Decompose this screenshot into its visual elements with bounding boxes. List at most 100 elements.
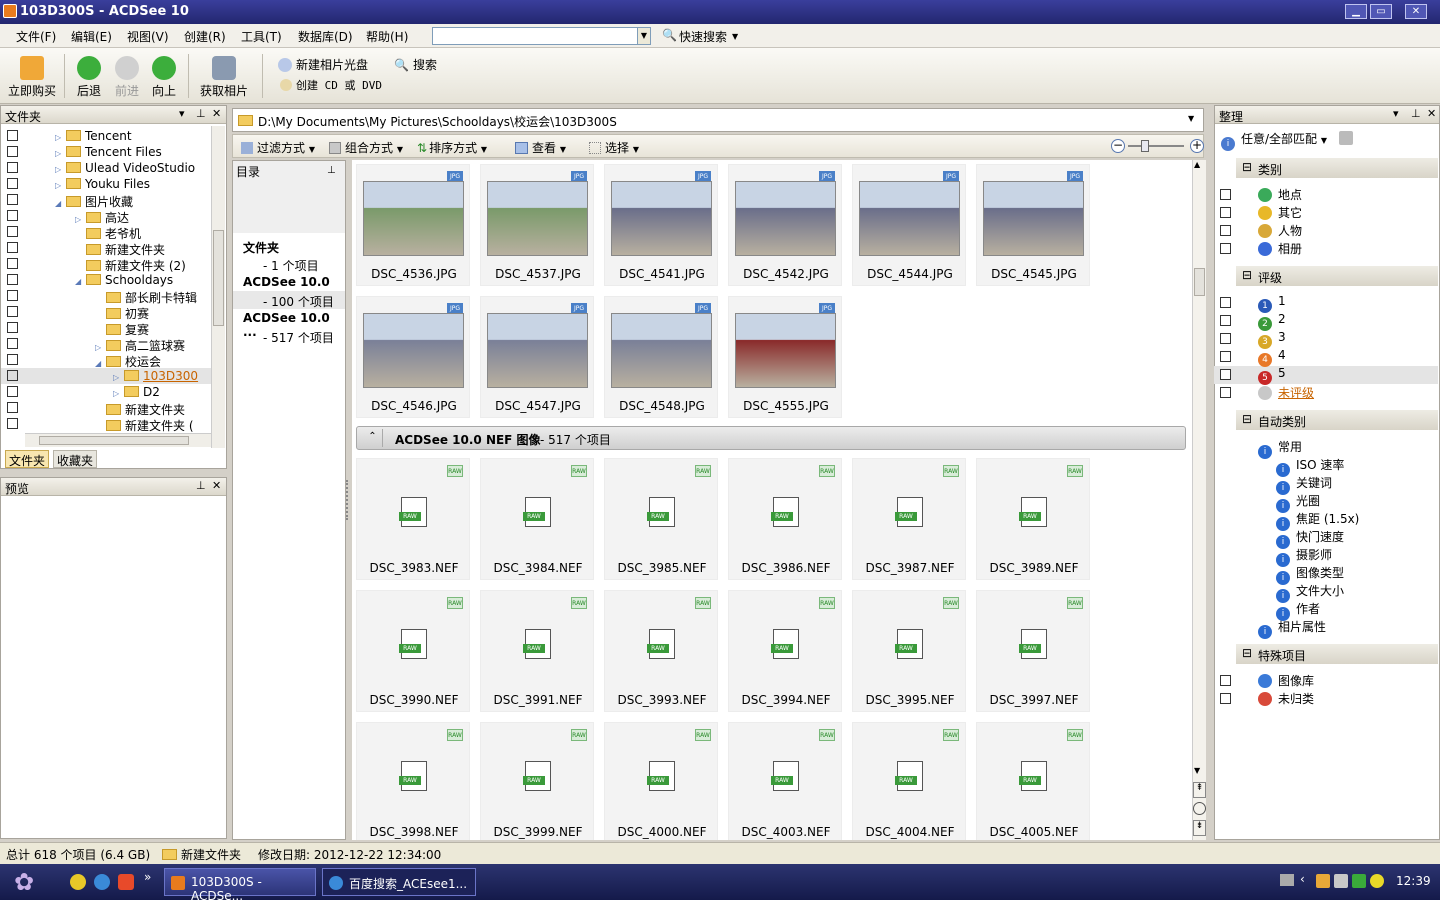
tree-item[interactable]: ▷ Tencent Files — [1, 144, 211, 160]
view-button[interactable]: 查看 ▼ — [515, 139, 566, 156]
panel-menu-icon[interactable]: ▾ — [1393, 107, 1399, 120]
menu-edit[interactable]: 编辑(E) — [71, 28, 112, 45]
collapse-icon[interactable]: ⌃ — [363, 429, 383, 447]
uncategorized-item[interactable]: 未归类 — [1258, 690, 1314, 708]
collapse-icon[interactable]: ⊟ — [1242, 268, 1252, 282]
expand-icon[interactable]: ◢ — [95, 359, 103, 368]
photo-attributes-item[interactable]: i 相片属性 — [1258, 618, 1326, 639]
tree-item[interactable]: ▷ 高达 — [1, 208, 211, 225]
select-button[interactable]: 选择 ▼ — [589, 139, 639, 156]
checkbox[interactable] — [7, 322, 18, 333]
tree-item[interactable]: ▷ 高二篮球赛 — [1, 336, 211, 353]
thumbnail-item[interactable]: RAW RAW DSC_3998.NEF — [356, 722, 470, 840]
zoom-out-button[interactable]: − — [1111, 139, 1125, 153]
thumbnail-item[interactable]: RAW RAW DSC_3990.NEF — [356, 590, 470, 712]
close-icon[interactable]: ✕ — [1427, 107, 1436, 120]
category-section-header[interactable]: ⊟ 类别 — [1236, 158, 1438, 178]
thumbnail-item[interactable]: RAW RAW DSC_3993.NEF — [604, 590, 718, 712]
buy-button[interactable]: 立即购买 — [6, 56, 58, 99]
thumbnail-item[interactable]: RAW RAW DSC_3983.NEF — [356, 458, 470, 580]
scroll-page-button[interactable] — [1193, 802, 1206, 815]
auto-category-item[interactable]: i 快门速度 — [1276, 528, 1344, 549]
zoom-in-button[interactable]: + — [1190, 139, 1204, 153]
checkbox[interactable] — [1220, 675, 1231, 686]
pin-icon[interactable]: ⊥ — [196, 479, 206, 492]
thumbnail-item[interactable]: JPG DSC_4547.JPG — [480, 296, 594, 418]
thumbnail-item[interactable]: RAW RAW DSC_3986.NEF — [728, 458, 842, 580]
category-item[interactable]: 其它 — [1258, 204, 1302, 222]
category-item[interactable]: 地点 — [1258, 186, 1302, 204]
menu-file[interactable]: 文件(F) — [16, 28, 56, 45]
tree-item[interactable]: 新建文件夹 — [1, 240, 211, 257]
rating-item[interactable]: 11 — [1258, 294, 1286, 313]
qq-icon[interactable] — [118, 874, 134, 890]
photo-library-item[interactable]: 图像库 — [1258, 672, 1314, 690]
auto-category-root[interactable]: i 常用 — [1258, 438, 1302, 459]
checkbox[interactable] — [1220, 333, 1231, 344]
scroll-down-arrow[interactable]: ▼ — [1194, 766, 1200, 775]
tree-vertical-scrollbar[interactable] — [211, 126, 225, 448]
keyboard-icon[interactable] — [1280, 874, 1294, 886]
expand-icon[interactable]: ◢ — [55, 199, 63, 208]
checkbox[interactable] — [1220, 315, 1231, 326]
checkbox[interactable] — [1220, 693, 1231, 704]
auto-category-item[interactable]: i ISO 速率 — [1276, 456, 1344, 477]
rating-item[interactable]: 44 — [1258, 348, 1286, 367]
thumbnail-item[interactable]: RAW RAW DSC_3997.NEF — [976, 590, 1090, 712]
back-button[interactable]: 后退 — [72, 56, 106, 99]
thumbnail-item[interactable]: JPG DSC_4544.JPG — [852, 164, 966, 286]
create-cd-button[interactable]: 创建 CD 或 DVD — [280, 77, 382, 93]
thumbnail-item[interactable]: JPG DSC_4537.JPG — [480, 164, 594, 286]
menu-tools[interactable]: 工具(T) — [241, 28, 282, 45]
panel-menu-icon[interactable]: ▾ — [179, 107, 185, 120]
expand-icon[interactable]: ▷ — [95, 343, 103, 352]
thumbnail-item[interactable]: JPG DSC_4546.JPG — [356, 296, 470, 418]
match-mode-dropdown[interactable]: i 任意/全部匹配 ▼ — [1221, 130, 1327, 151]
thumbnail-item[interactable]: RAW RAW DSC_4003.NEF — [728, 722, 842, 840]
clear-icon[interactable] — [1339, 131, 1353, 145]
rating-section-header[interactable]: ⊟ 评级 — [1236, 266, 1438, 286]
thumbnail-item[interactable]: RAW RAW DSC_3985.NEF — [604, 458, 718, 580]
auto-category-item[interactable]: i 图像类型 — [1276, 564, 1344, 585]
menu-view[interactable]: 视图(V) — [127, 28, 169, 45]
checkbox[interactable] — [7, 386, 18, 397]
task-browser[interactable]: 百度搜索_ACEsee1... — [322, 868, 476, 896]
auto-category-item[interactable]: i 摄影师 — [1276, 546, 1332, 567]
minimize-button[interactable]: ▁ — [1345, 4, 1367, 19]
collapse-icon[interactable]: ⊟ — [1242, 160, 1252, 174]
tree-item[interactable]: 老爷机 — [1, 224, 211, 241]
scroll-up-arrow[interactable]: ▲ — [1194, 160, 1200, 169]
auto-category-item[interactable]: i 光圈 — [1276, 492, 1320, 513]
splitter-grip[interactable] — [346, 480, 350, 520]
pin-icon[interactable]: ⊥ — [196, 107, 206, 120]
special-section-header[interactable]: ⊟ 特殊项目 — [1236, 644, 1438, 664]
tree-item[interactable]: 复赛 — [1, 320, 211, 337]
sort-button[interactable]: ⇅ 排序方式 ▼ — [417, 139, 487, 156]
expand-icon[interactable]: ▷ — [113, 389, 121, 398]
checkbox[interactable] — [7, 178, 18, 189]
rating-item[interactable]: 22 — [1258, 312, 1286, 331]
expand-icon[interactable]: ◢ — [75, 277, 83, 286]
scroll-top-button[interactable]: ⇞ — [1193, 782, 1206, 798]
auto-category-item[interactable]: i 焦距 (1.5x) — [1276, 510, 1359, 531]
checkbox[interactable] — [7, 194, 18, 205]
thumbnail-item[interactable]: RAW RAW DSC_3984.NEF — [480, 458, 594, 580]
tree-item[interactable]: ▷ Youku Files — [1, 176, 211, 192]
file-list-scrollbar[interactable]: ▲ ▼ ⇞ ⇟ — [1192, 160, 1206, 840]
expand-icon[interactable]: ▷ — [55, 149, 63, 158]
close-icon[interactable]: ✕ — [212, 107, 221, 120]
menu-database[interactable]: 数据库(D) — [298, 28, 353, 45]
tree-item[interactable]: ◢ 图片收藏 — [1, 192, 211, 209]
checkbox[interactable] — [7, 418, 18, 429]
scroll-thumb[interactable] — [213, 230, 224, 326]
thumbnail-item[interactable]: RAW RAW DSC_3994.NEF — [728, 590, 842, 712]
thumbnail-item[interactable]: RAW RAW DSC_3987.NEF — [852, 458, 966, 580]
checkbox[interactable] — [1220, 243, 1231, 254]
path-bar[interactable]: D:\My Documents\My Pictures\Schooldays\校… — [232, 108, 1204, 132]
up-button[interactable]: 向上 — [147, 56, 181, 99]
tray-icon[interactable] — [1316, 874, 1330, 888]
tree-item[interactable]: ▷ D2 — [1, 384, 211, 400]
checkbox[interactable] — [7, 242, 18, 253]
thumbnail-item[interactable]: JPG DSC_4541.JPG — [604, 164, 718, 286]
checkbox[interactable] — [1220, 207, 1231, 218]
